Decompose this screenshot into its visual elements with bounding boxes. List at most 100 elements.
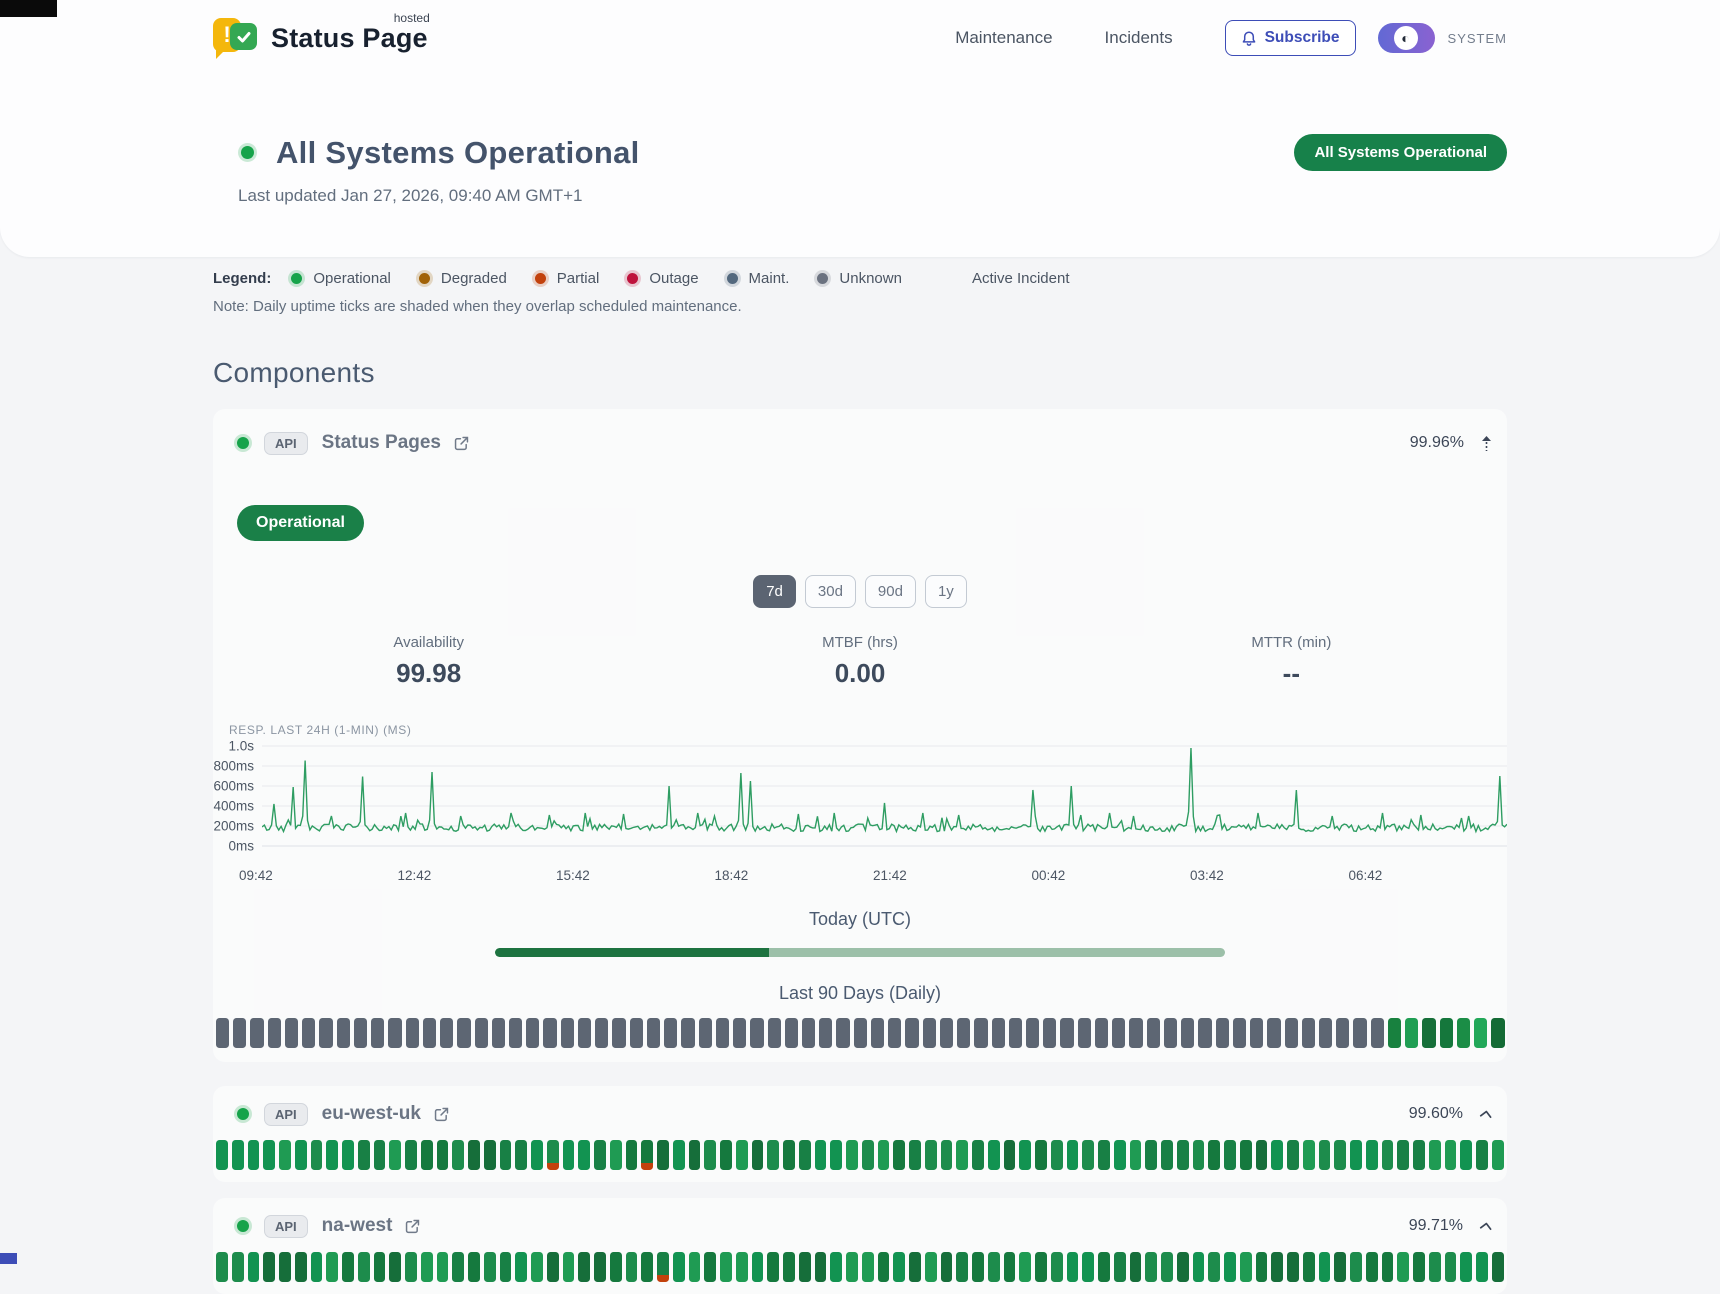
uptime-tick[interactable] <box>468 1140 480 1170</box>
uptime-tick[interactable] <box>437 1140 449 1170</box>
uptime-tick[interactable] <box>862 1252 874 1282</box>
uptime-tick[interactable] <box>1366 1140 1378 1170</box>
uptime-tick[interactable] <box>1250 1018 1263 1048</box>
collapse-up-icon[interactable] <box>1480 435 1493 452</box>
uptime-tick[interactable] <box>595 1018 608 1048</box>
uptime-tick[interactable] <box>1164 1018 1177 1048</box>
uptime-tick[interactable] <box>547 1140 559 1170</box>
uptime-tick[interactable] <box>1371 1018 1384 1048</box>
uptime-tick[interactable] <box>681 1018 694 1048</box>
uptime-tick[interactable] <box>1382 1140 1394 1170</box>
uptime-tick[interactable] <box>216 1140 228 1170</box>
uptime-tick[interactable] <box>752 1140 764 1170</box>
uptime-tick[interactable] <box>232 1140 244 1170</box>
uptime-tick[interactable] <box>406 1018 419 1048</box>
uptime-tick[interactable] <box>1004 1252 1016 1282</box>
uptime-tick[interactable] <box>1302 1018 1315 1048</box>
uptime-tick[interactable] <box>302 1018 315 1048</box>
uptime-tick[interactable] <box>1457 1018 1470 1048</box>
uptime-tick[interactable] <box>799 1252 811 1282</box>
uptime-tick[interactable] <box>1460 1140 1472 1170</box>
uptime-tick[interactable] <box>1224 1252 1236 1282</box>
uptime-tick[interactable] <box>1287 1140 1299 1170</box>
uptime-tick[interactable] <box>956 1140 968 1170</box>
uptime-tick[interactable] <box>1334 1140 1346 1170</box>
uptime-tick[interactable] <box>1271 1140 1283 1170</box>
uptime-tick[interactable] <box>1405 1018 1418 1048</box>
uptime-tick[interactable] <box>689 1252 701 1282</box>
uptime-tick[interactable] <box>1382 1252 1394 1282</box>
uptime-tick[interactable] <box>1319 1140 1331 1170</box>
uptime-tick[interactable] <box>1060 1018 1073 1048</box>
uptime-tick[interactable] <box>1004 1140 1016 1170</box>
range-1y[interactable]: 1y <box>925 575 967 608</box>
uptime-tick[interactable] <box>295 1140 307 1170</box>
uptime-tick[interactable] <box>1145 1252 1157 1282</box>
uptime-tick[interactable] <box>1145 1140 1157 1170</box>
uptime-tick[interactable] <box>437 1252 449 1282</box>
nav-maintenance[interactable]: Maintenance <box>955 28 1052 48</box>
uptime-tick[interactable] <box>941 1252 953 1282</box>
uptime-tick[interactable] <box>1161 1252 1173 1282</box>
uptime-tick[interactable] <box>405 1140 417 1170</box>
uptime-tick[interactable] <box>1078 1018 1091 1048</box>
uptime-tick[interactable] <box>1334 1252 1346 1282</box>
uptime-tick[interactable] <box>492 1018 505 1048</box>
uptime-tick[interactable] <box>358 1140 370 1170</box>
uptime-tick[interactable] <box>232 1252 244 1282</box>
uptime-tick[interactable] <box>1224 1140 1236 1170</box>
uptime-tick[interactable] <box>1193 1140 1205 1170</box>
uptime-tick[interactable] <box>423 1018 436 1048</box>
uptime-tick[interactable] <box>988 1252 1000 1282</box>
uptime-tick[interactable] <box>1397 1252 1409 1282</box>
uptime-tick[interactable] <box>1319 1018 1332 1048</box>
uptime-tick[interactable] <box>1019 1140 1031 1170</box>
uptime-tick[interactable] <box>594 1140 606 1170</box>
component-header[interactable]: API na-west 99.71% <box>213 1206 1507 1246</box>
uptime-tick[interactable] <box>421 1140 433 1170</box>
uptime-tick[interactable] <box>783 1140 795 1170</box>
uptime-tick[interactable] <box>768 1018 781 1048</box>
uptime-tick[interactable] <box>263 1140 275 1170</box>
uptime-tick[interactable] <box>285 1018 298 1048</box>
uptime-tick[interactable] <box>509 1018 522 1048</box>
external-link-icon[interactable] <box>404 1218 421 1235</box>
uptime-tick[interactable] <box>311 1140 323 1170</box>
uptime-tick[interactable] <box>1366 1252 1378 1282</box>
uptime-tick[interactable] <box>1240 1252 1252 1282</box>
uptime-tick[interactable] <box>1445 1140 1457 1170</box>
uptime-tick[interactable] <box>846 1252 858 1282</box>
uptime-tick[interactable] <box>578 1018 591 1048</box>
uptime-tick[interactable] <box>216 1252 228 1282</box>
uptime-tick[interactable] <box>452 1140 464 1170</box>
uptime-tick[interactable] <box>1043 1018 1056 1048</box>
uptime-tick[interactable] <box>337 1018 350 1048</box>
uptime-tick[interactable] <box>1491 1018 1504 1048</box>
uptime-tick[interactable] <box>736 1140 748 1170</box>
uptime-tick[interactable] <box>923 1018 936 1048</box>
chart-plot-area[interactable] <box>262 741 1507 866</box>
range-7d[interactable]: 7d <box>753 575 796 608</box>
uptime-tick[interactable] <box>263 1252 275 1282</box>
uptime-tick[interactable] <box>295 1252 307 1282</box>
uptime-tick[interactable] <box>1492 1252 1504 1282</box>
uptime-tick[interactable] <box>457 1018 470 1048</box>
range-30d[interactable]: 30d <box>805 575 856 608</box>
uptime-tick[interactable] <box>326 1252 338 1282</box>
uptime-tick[interactable] <box>1198 1018 1211 1048</box>
uptime-tick[interactable] <box>626 1140 638 1170</box>
uptime-tick[interactable] <box>767 1140 779 1170</box>
uptime-tick[interactable] <box>1067 1140 1079 1170</box>
nav-incidents[interactable]: Incidents <box>1105 28 1173 48</box>
uptime-tick[interactable] <box>783 1252 795 1282</box>
uptime-tick[interactable] <box>815 1252 827 1282</box>
uptime-tick[interactable] <box>1181 1018 1194 1048</box>
uptime-tick[interactable] <box>1429 1140 1441 1170</box>
uptime-tick[interactable] <box>704 1252 716 1282</box>
uptime-tick[interactable] <box>830 1140 842 1170</box>
uptime-tick[interactable] <box>1035 1140 1047 1170</box>
uptime-tick[interactable] <box>610 1252 622 1282</box>
uptime-tick[interactable] <box>1350 1140 1362 1170</box>
uptime-tick[interactable] <box>974 1018 987 1048</box>
uptime-tick[interactable] <box>630 1018 643 1048</box>
